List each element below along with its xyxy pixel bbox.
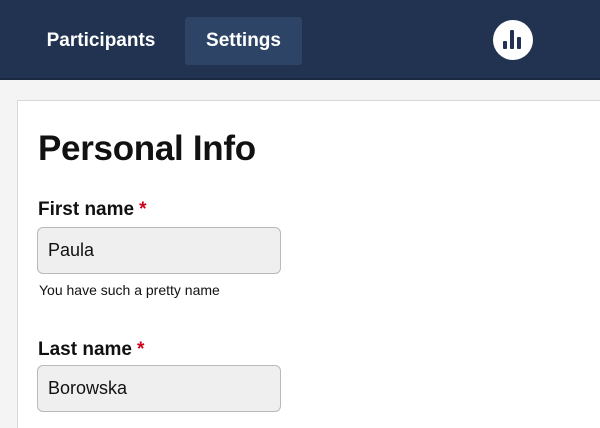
first-name-label-text: First name	[38, 199, 135, 220]
first-name-label: First name *	[38, 199, 147, 221]
logo-bar	[510, 30, 514, 49]
page-title: Personal Info	[38, 129, 256, 168]
logo-bar	[503, 41, 507, 49]
last-name-field[interactable]	[37, 365, 281, 412]
required-marker: *	[136, 339, 145, 360]
first-name-field[interactable]	[37, 227, 281, 274]
tab-settings[interactable]: Settings	[185, 17, 302, 65]
bar-chart-icon[interactable]	[493, 20, 533, 60]
first-name-hint: You have such a pretty name	[39, 282, 220, 298]
tab-participants[interactable]: Participants	[26, 17, 176, 65]
settings-panel: Personal Info First name* You have such …	[17, 100, 600, 428]
last-name-label-text: Last name	[38, 339, 132, 360]
logo-bar	[517, 37, 521, 49]
required-marker: *	[139, 199, 147, 220]
top-navigation-bar: Participants Settings	[0, 0, 600, 80]
last-name-label: Last name *	[38, 339, 144, 361]
